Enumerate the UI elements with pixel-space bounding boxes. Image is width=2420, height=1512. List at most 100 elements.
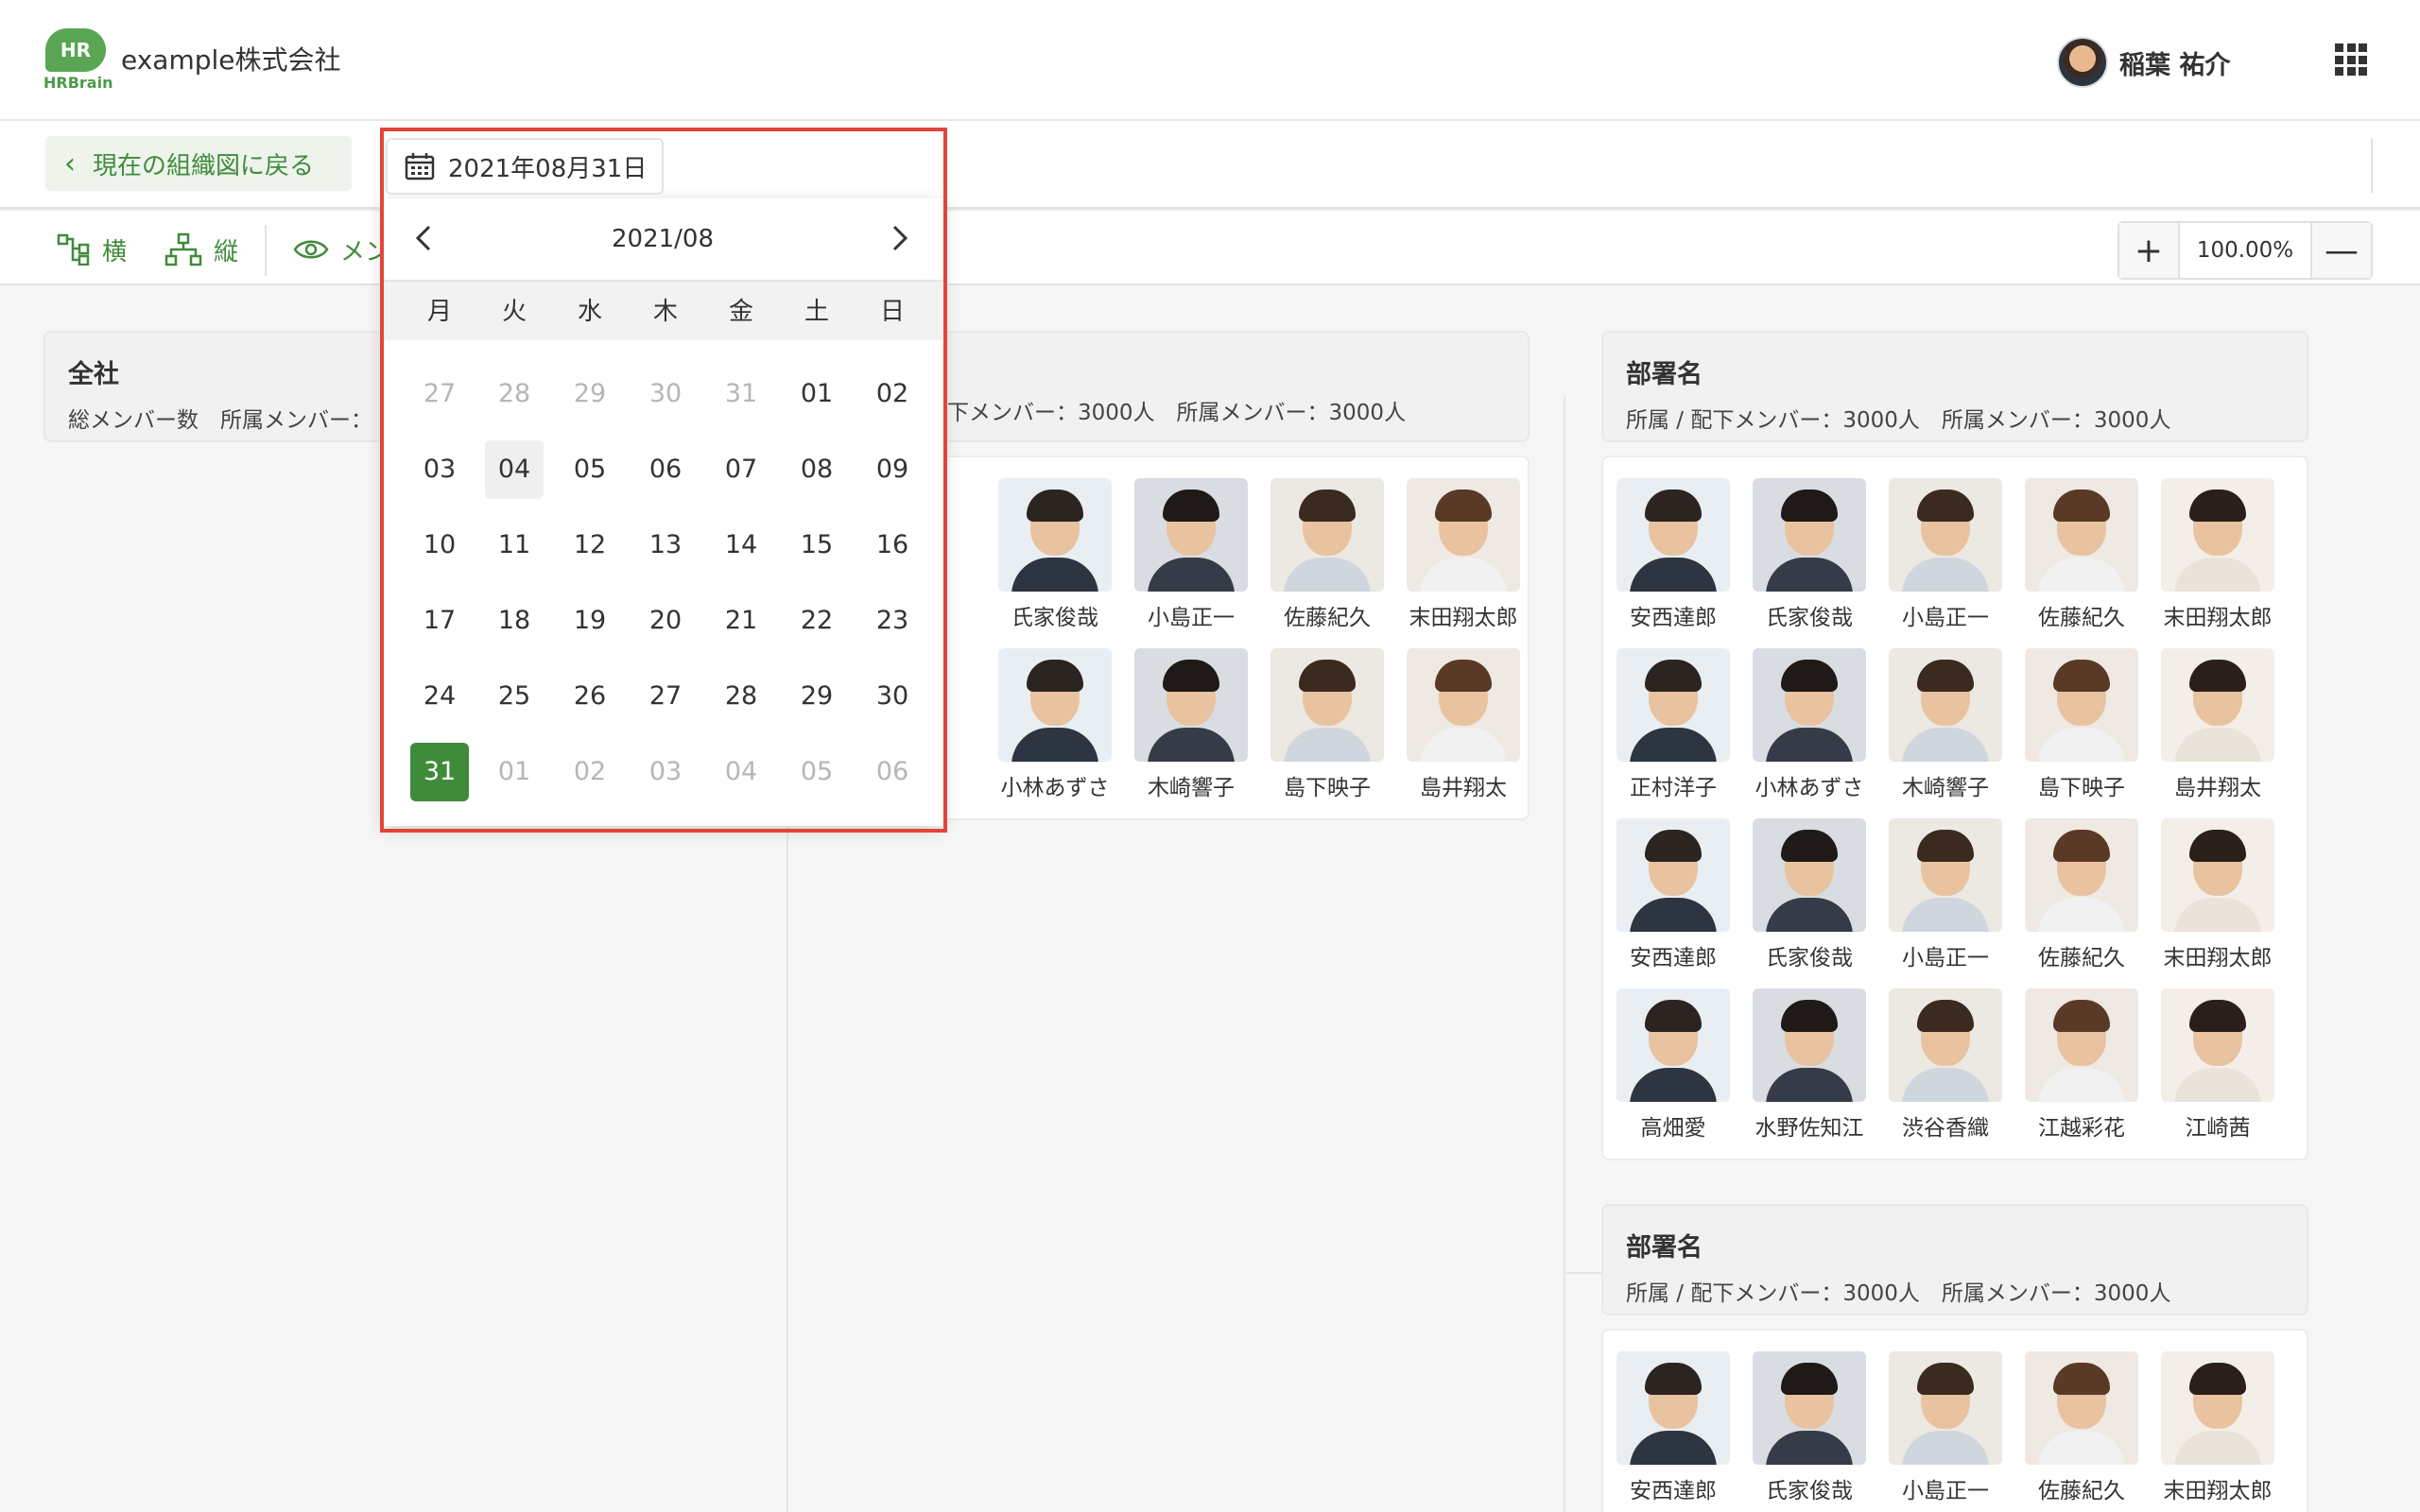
calendar-day[interactable]: 17	[410, 592, 469, 650]
calendar-day[interactable]: 27	[410, 365, 469, 423]
calendar-day[interactable]: 29	[787, 667, 846, 726]
member-card[interactable]: 佐藤紀久	[2014, 478, 2150, 631]
dept-stats: 所属 / 配下メンバー：3000人 所属メンバー：3000人	[1626, 1281, 2171, 1306]
calendar-day[interactable]: 26	[561, 667, 619, 726]
calendar-day[interactable]: 16	[863, 516, 922, 575]
member-card[interactable]: 佐藤紀久	[1259, 478, 1395, 631]
calendar-day[interactable]: 28	[712, 667, 770, 726]
calendar-day[interactable]: 01	[787, 365, 846, 423]
calendar-day[interactable]: 27	[636, 667, 695, 726]
calendar-day[interactable]: 21	[712, 592, 770, 650]
member-card[interactable]: 小島正一	[1877, 818, 2014, 971]
calendar-day-selected[interactable]: 31	[410, 743, 469, 801]
member-card[interactable]: 氏家俊哉	[1741, 478, 1877, 631]
calendar-day[interactable]: 22	[787, 592, 846, 650]
member-display-button[interactable]: メン	[293, 231, 389, 268]
member-card[interactable]: 小林あずさ	[987, 648, 1123, 801]
calendar-day[interactable]: 12	[561, 516, 619, 575]
member-card[interactable]: 末田翔太郎	[1395, 478, 1531, 631]
user-menu[interactable]: 稲葉 祐介	[2057, 34, 2230, 91]
next-month-button[interactable]	[881, 219, 919, 257]
calendar-day[interactable]: 07	[712, 440, 770, 499]
member-card[interactable]: 末田翔太郎	[2150, 478, 2286, 631]
member-card[interactable]: 佐藤紀久	[2014, 1351, 2150, 1504]
calendar-day[interactable]: 15	[787, 516, 846, 575]
calendar-day[interactable]: 29	[561, 365, 619, 423]
calendar-day[interactable]: 04	[485, 440, 544, 499]
member-card[interactable]: 氏家俊哉	[1741, 818, 1877, 971]
dept-card-root[interactable]: 全社 総メンバー数 所属メンバー：	[43, 331, 403, 442]
member-card[interactable]: 正村洋子	[1605, 648, 1741, 801]
member-name: 安西達郎	[1630, 946, 1717, 971]
member-card[interactable]: 江越彩花	[2014, 988, 2150, 1142]
calendar-day[interactable]: 14	[712, 516, 770, 575]
dept-card-right-1[interactable]: 部署名 所属 / 配下メンバー：3000人 所属メンバー：3000人	[1601, 331, 2308, 442]
calendar-day[interactable]: 10	[410, 516, 469, 575]
member-card[interactable]: 島下映子	[2014, 648, 2150, 801]
calendar-day[interactable]: 20	[636, 592, 695, 650]
member-card[interactable]: 木崎響子	[1123, 648, 1259, 801]
dept-card-right-2[interactable]: 部署名 所属 / 配下メンバー：3000人 所属メンバー：3000人	[1601, 1204, 2308, 1315]
member-card[interactable]: 高畑愛	[1605, 988, 1741, 1142]
member-card[interactable]: 島下映子	[1259, 648, 1395, 801]
member-card[interactable]: 末田翔太郎	[2150, 1351, 2286, 1504]
member-name: 末田翔太郎	[1409, 606, 1518, 630]
calendar-day[interactable]: 01	[485, 743, 544, 801]
member-card[interactable]: 安西達郎	[1605, 478, 1741, 631]
back-to-current-org-button[interactable]: ‹ 現在の組織図に戻る	[45, 136, 352, 191]
member-card[interactable]: 渋谷香織	[1877, 988, 2014, 1142]
member-card[interactable]: 小島正一	[1877, 1351, 2014, 1504]
member-card[interactable]: 末田翔太郎	[2150, 818, 2286, 971]
member-card[interactable]: 小林あずさ	[1741, 648, 1877, 801]
horizontal-view-button[interactable]: 横	[57, 231, 127, 268]
calendar-day[interactable]: 03	[636, 743, 695, 801]
calendar-day[interactable]: 31	[712, 365, 770, 423]
weekday-label: 日	[879, 298, 905, 326]
member-card[interactable]: 島井翔太	[2150, 648, 2286, 801]
date-picker-input[interactable]: 2021年08月31日	[386, 138, 664, 195]
member-card[interactable]: 安西達郎	[1605, 1351, 1741, 1504]
member-card[interactable]: 水野佐知江	[1741, 988, 1877, 1142]
calendar-day[interactable]: 05	[787, 743, 846, 801]
calendar-day[interactable]: 02	[561, 743, 619, 801]
calendar-day[interactable]: 09	[863, 440, 922, 499]
member-card[interactable]: 佐藤紀久	[2014, 818, 2150, 971]
member-name: 末田翔太郎	[2163, 606, 2273, 630]
calendar-day[interactable]: 28	[485, 365, 544, 423]
chevron-left-icon	[415, 225, 431, 251]
calendar-day[interactable]: 13	[636, 516, 695, 575]
app-launcher-grid-icon[interactable]	[2335, 43, 2367, 76]
member-card[interactable]: 氏家俊哉	[1741, 1351, 1877, 1504]
prev-month-button[interactable]	[405, 219, 442, 257]
member-card[interactable]: 島井翔太	[1395, 648, 1531, 801]
member-card[interactable]: 木崎響子	[1877, 648, 2014, 801]
calendar-day[interactable]: 05	[561, 440, 619, 499]
calendar-day[interactable]: 23	[863, 592, 922, 650]
calendar-day[interactable]: 08	[787, 440, 846, 499]
member-card[interactable]: 小島正一	[1877, 478, 2014, 631]
vertical-view-button[interactable]: 縦	[164, 231, 238, 268]
member-card[interactable]: 氏家俊哉	[987, 478, 1123, 631]
calendar-day[interactable]: 03	[410, 440, 469, 499]
calendar-day[interactable]: 11	[485, 516, 544, 575]
member-card[interactable]: 小島正一	[1123, 478, 1259, 631]
calendar-day[interactable]: 06	[863, 743, 922, 801]
zoom-out-button[interactable]: —	[2312, 223, 2371, 278]
calendar-day[interactable]: 02	[863, 365, 922, 423]
calendar-day[interactable]: 30	[636, 365, 695, 423]
calendar-day[interactable]: 19	[561, 592, 619, 650]
calendar-day[interactable]: 04	[712, 743, 770, 801]
date-picker-value: 2021年08月31日	[448, 154, 648, 183]
member-card[interactable]: 安西達郎	[1605, 818, 1741, 971]
calendar-day[interactable]: 06	[636, 440, 695, 499]
hrbrain-logo[interactable]: HR HRBrain	[43, 28, 112, 94]
zoom-in-button[interactable]: +	[2119, 223, 2178, 278]
calendar-day[interactable]: 18	[485, 592, 544, 650]
calendar-day[interactable]: 30	[863, 667, 922, 726]
member-name: 島下映子	[2038, 776, 2125, 800]
calendar-day[interactable]: 24	[410, 667, 469, 726]
dept-card-middle[interactable]: 下メンバー：3000人 所属メンバー：3000人	[923, 331, 1530, 442]
member-name: 水野佐知江	[1754, 1116, 1864, 1141]
member-card[interactable]: 江崎茜	[2150, 988, 2286, 1142]
calendar-day[interactable]: 25	[485, 667, 544, 726]
